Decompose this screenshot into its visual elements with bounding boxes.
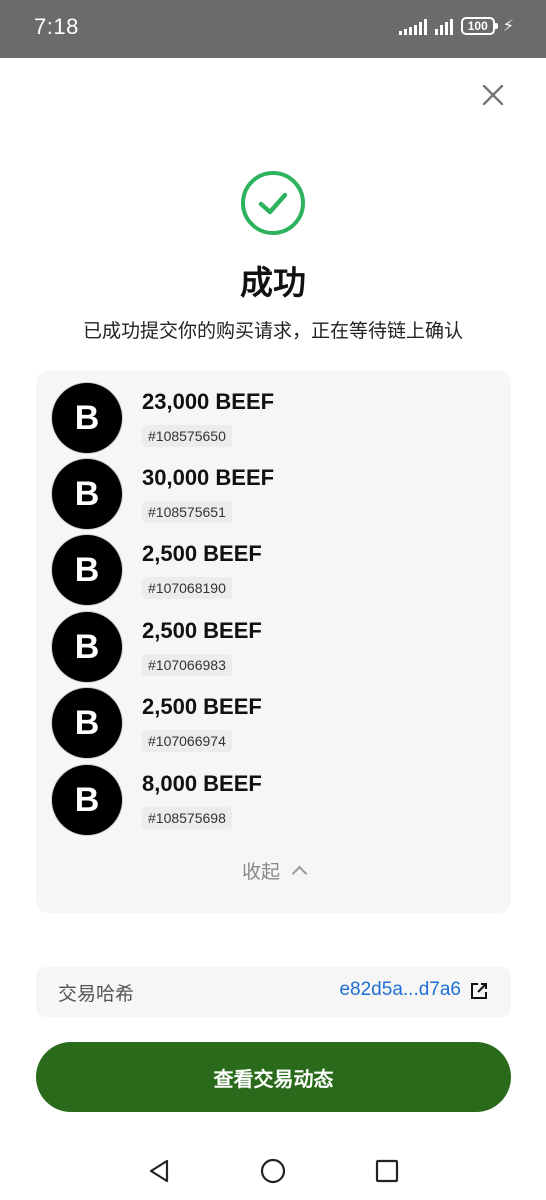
cellular-signal-icon — [398, 17, 427, 35]
back-triangle-icon — [149, 1159, 169, 1183]
close-icon — [482, 84, 504, 106]
list-item: B 2,500 BEEF #107068190 — [52, 525, 492, 605]
item-amount: 23,000 BEEF — [142, 389, 275, 414]
list-item: B 8,000 BEEF #108575698 — [52, 755, 492, 835]
token-avatar: B — [52, 765, 122, 835]
token-avatar: B — [52, 688, 122, 758]
item-id-badge: #107066974 — [142, 730, 232, 752]
list-item: B 2,500 BEEF #107066983 — [52, 602, 492, 682]
check-circle-icon — [241, 171, 305, 235]
hash-label: 交易哈希 — [58, 983, 135, 1005]
list-item: B 2,500 BEEF #107066974 — [52, 678, 492, 758]
item-id-badge: #107066983 — [142, 654, 232, 676]
item-id-badge: #108575651 — [142, 501, 232, 523]
collapse-button[interactable]: 收起 — [36, 857, 511, 884]
chevron-up-icon — [291, 865, 308, 882]
status-time: 7:18 — [34, 14, 79, 39]
item-id-badge: #108575650 — [142, 425, 232, 447]
list-item: B 23,000 BEEF #108575650 — [52, 373, 492, 453]
item-amount: 30,000 BEEF — [142, 465, 275, 490]
system-nav-bar — [0, 1140, 546, 1200]
view-transaction-button[interactable]: 查看交易动态 — [36, 1042, 511, 1112]
recents-square-icon — [375, 1159, 399, 1183]
battery-icon: 100 — [460, 16, 498, 35]
external-link-icon[interactable] — [469, 981, 489, 1001]
token-avatar: B — [52, 383, 122, 453]
item-amount: 2,500 BEEF — [142, 618, 262, 643]
item-amount: 2,500 BEEF — [142, 694, 262, 719]
purchase-list-card: B 23,000 BEEF #108575650 B 30,000 BEEF #… — [36, 371, 511, 913]
page-title: 成功 — [240, 263, 306, 302]
home-circle-icon — [260, 1158, 286, 1184]
status-icons: 100 ⚡ — [398, 16, 514, 35]
token-avatar: B — [52, 535, 122, 605]
nav-home-button[interactable] — [258, 1156, 288, 1186]
nav-recents-button[interactable] — [372, 1156, 402, 1186]
status-bar: 7:18 100 ⚡ — [0, 0, 546, 58]
cellular-signal-2-icon — [434, 17, 453, 35]
battery-level: 100 — [467, 18, 488, 33]
nav-back-button[interactable] — [144, 1156, 174, 1186]
charging-icon: ⚡ — [502, 16, 514, 35]
item-amount: 8,000 BEEF — [142, 771, 262, 796]
transaction-hash-row: 交易哈希 e82d5a...d7a6 — [36, 967, 511, 1017]
item-amount: 2,500 BEEF — [142, 541, 262, 566]
list-item: B 30,000 BEEF #108575651 — [52, 449, 492, 529]
close-button[interactable] — [478, 80, 508, 110]
result-message: 已成功提交你的购买请求，正在等待链上确认 — [82, 320, 463, 342]
token-avatar: B — [52, 612, 122, 682]
collapse-label: 收起 — [241, 861, 280, 883]
item-id-badge: #107068190 — [142, 577, 232, 599]
item-id-badge: #108575698 — [142, 807, 232, 829]
token-avatar: B — [52, 459, 122, 529]
hash-link[interactable]: e82d5a...d7a6 — [339, 979, 461, 1001]
